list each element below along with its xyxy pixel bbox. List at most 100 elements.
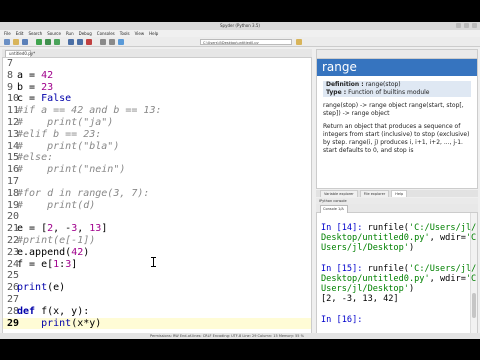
run-cell-icon[interactable] xyxy=(45,39,51,45)
stop-icon[interactable] xyxy=(86,39,92,45)
code-token: False xyxy=(41,93,72,105)
definition-label: Definition : xyxy=(326,81,364,88)
menu-item[interactable]: Search xyxy=(28,30,42,37)
code-line[interactable]: 13 #elif b == 23: xyxy=(3,129,311,140)
code-token: 23 xyxy=(41,81,54,93)
code-token: #if a == 42 and b == 13: xyxy=(17,105,162,117)
code-token: # print("bla") xyxy=(17,140,120,152)
line-number: 27 xyxy=(7,294,20,305)
code-line[interactable]: 18 #for d in range(3, 7): xyxy=(3,188,311,199)
menu-item[interactable]: Help xyxy=(149,30,158,37)
console-token: 16 xyxy=(341,314,353,325)
code-line[interactable]: 8a = 42 xyxy=(3,70,311,81)
line-code: # print(d) xyxy=(17,200,95,211)
code-line[interactable]: 14 # print("bla") xyxy=(3,141,311,152)
console-token: ]: xyxy=(352,223,368,233)
help-paragraph: Return an object that produces a sequenc… xyxy=(323,123,470,154)
code-line[interactable]: 27 xyxy=(3,294,311,305)
working-directory-field[interactable]: C:\Users\jl\Desktop\untitled0.py xyxy=(200,39,292,45)
code-line[interactable]: 24 f = e[1:3] xyxy=(3,259,311,270)
minimize-icon[interactable] xyxy=(456,23,461,28)
console-tab[interactable]: Console 1/A xyxy=(320,205,348,213)
code-line[interactable]: 23 e.append(42) xyxy=(3,247,311,258)
code-line[interactable]: 28 def f(x, y): xyxy=(3,306,311,317)
console-token: runfile( xyxy=(367,223,409,233)
python-path-icon[interactable] xyxy=(118,39,124,45)
help-paragraph: range(stop) -> range object range(start,… xyxy=(323,102,464,117)
help-definition-box: Definition : range(stop) Type : Function… xyxy=(323,81,471,97)
menu-item[interactable]: View xyxy=(135,30,145,37)
code-line[interactable]: 10 c = False xyxy=(3,93,311,104)
definition-value: range(stop) xyxy=(365,81,401,88)
line-code: #print(e[-1]) xyxy=(17,235,95,246)
step-icon[interactable] xyxy=(77,39,83,45)
code-token: 42 xyxy=(71,246,84,258)
pane-tab[interactable]: Variable explorer xyxy=(320,190,358,197)
scrollbar-thumb[interactable] xyxy=(472,293,476,318)
code-line[interactable]: 25 xyxy=(3,270,311,281)
line-code: f = e[1:3] xyxy=(17,259,77,270)
code-line[interactable]: 19 # print(d) xyxy=(3,200,311,211)
debug-icon[interactable] xyxy=(68,39,74,45)
code-token: a = xyxy=(17,69,42,81)
code-token: #for d in range(3, 7): xyxy=(17,187,150,199)
open-file-icon[interactable] xyxy=(13,39,19,45)
menu-item[interactable]: Source xyxy=(47,30,61,37)
code-token: (x*y) xyxy=(71,317,102,329)
ipython-console[interactable]: In [14]: runfile('C:/Users/jl/Desktop/un… xyxy=(316,213,478,339)
console-line: Users/jl/Desktop') xyxy=(321,284,414,294)
menu-item[interactable]: Debug xyxy=(79,30,92,37)
code-line[interactable]: 26 print(e) xyxy=(3,282,311,293)
maximize-icon[interactable] xyxy=(464,23,469,28)
menu-item[interactable]: Consoles xyxy=(97,30,115,37)
code-line[interactable]: 16 # print("nein") xyxy=(3,164,311,175)
pane-tab[interactable]: Help xyxy=(391,190,408,197)
code-line[interactable]: 7 xyxy=(3,58,311,69)
code-line[interactable]: 29 print(x*y) xyxy=(3,317,311,329)
editor-tab-bar: untitled0.py* xyxy=(2,49,312,57)
code-line[interactable]: 12 # print("ja") xyxy=(3,117,311,128)
code-token: e.append( xyxy=(17,246,72,258)
line-code: e.append(42) xyxy=(17,247,89,258)
pane-tab[interactable]: File explorer xyxy=(359,190,390,197)
console-token: 15 xyxy=(341,263,353,274)
run-selection-icon[interactable] xyxy=(54,39,60,45)
code-token: # print(d) xyxy=(17,199,96,211)
code-line[interactable]: 9b = 23 xyxy=(3,82,311,93)
editor-tab[interactable]: untitled0.py* xyxy=(5,50,35,57)
line-code: #for d in range(3, 7): xyxy=(17,188,149,199)
menu-item[interactable]: Tools xyxy=(120,30,130,37)
code-token: #elif b == 23: xyxy=(17,128,102,140)
code-token: b = xyxy=(17,81,42,93)
run-icon[interactable] xyxy=(36,39,42,45)
line-code: # print("nein") xyxy=(17,164,125,175)
console-line: Users/jl/Desktop') xyxy=(321,243,414,253)
console-line: Desktop/untitled0.py', wdir='C:/ xyxy=(321,233,477,244)
console-token: runfile( xyxy=(367,263,409,274)
menu-item[interactable]: Run xyxy=(66,30,74,37)
code-line[interactable]: 17 xyxy=(3,176,311,187)
code-token: ] xyxy=(101,223,108,235)
menu-item[interactable]: File xyxy=(4,30,11,37)
preferences-icon[interactable] xyxy=(109,39,115,45)
console-token: Desktop/untitled0.py' xyxy=(321,233,430,244)
code-line[interactable]: 21 e = [2, -3, 13] xyxy=(3,223,311,234)
code-token: (e) xyxy=(47,282,66,294)
spyder-window: Spyder (Python 3.5) File Edit Search Source… xyxy=(0,22,480,339)
maximize-pane-icon[interactable] xyxy=(100,39,106,45)
code-line[interactable]: 11 #if a == 42 and b == 13: xyxy=(3,105,311,116)
menu-item[interactable]: Edit xyxy=(16,30,24,37)
code-editor[interactable]: 78a = 42 9 b = 23 10 c = False 11 #if a == 42 … xyxy=(2,57,312,337)
close-icon[interactable] xyxy=(472,23,477,28)
new-file-icon[interactable] xyxy=(4,39,10,45)
code-line[interactable]: 20 xyxy=(3,211,311,222)
code-line[interactable]: 15 #else: xyxy=(3,152,311,163)
save-icon[interactable] xyxy=(22,39,28,45)
code-token: # print("nein") xyxy=(17,164,126,176)
console-token: , wdir= xyxy=(429,274,466,284)
browse-folder-icon[interactable] xyxy=(296,39,302,45)
code-line[interactable]: 22 #print(e[-1]) xyxy=(3,235,311,246)
console-token: 'C:/Users/jl/ xyxy=(409,263,477,274)
help-toolbar xyxy=(317,50,477,59)
